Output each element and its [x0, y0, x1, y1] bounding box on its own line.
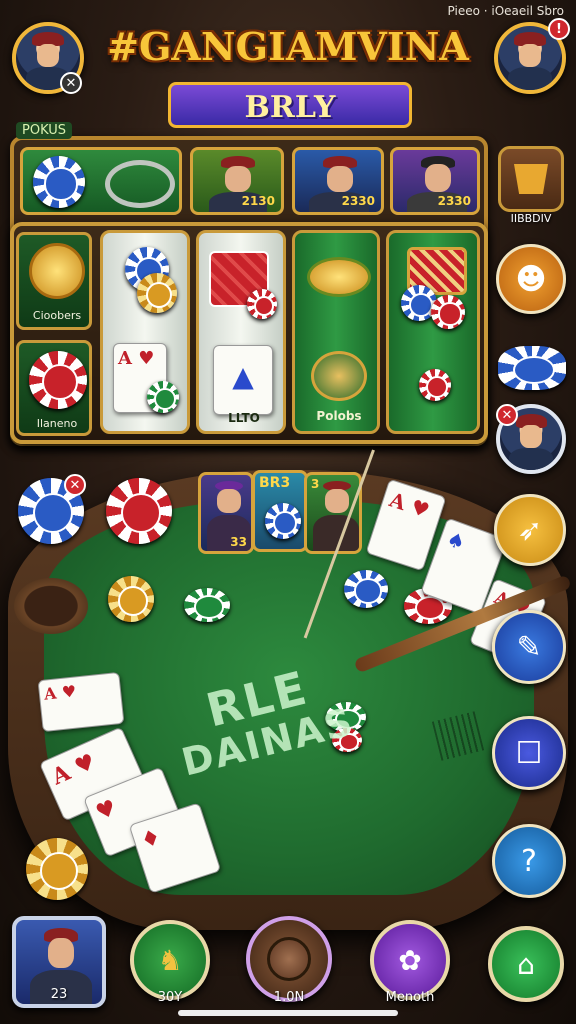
help-button[interactable]: ? — [492, 824, 566, 898]
green-chip[interactable] — [184, 588, 230, 622]
status-text: Pieeo · iOeaeil Sbro — [447, 4, 564, 18]
card-icon: ▲ — [213, 345, 273, 415]
side-tile-chip[interactable]: Ilaneno — [16, 340, 92, 436]
blue-chip[interactable] — [344, 570, 388, 608]
side-tile-label: Ilaneno — [36, 417, 78, 430]
character-icon: ☻ — [515, 261, 547, 297]
portrait-tile-2[interactable]: 2330 — [292, 147, 384, 215]
profile-label: 23 — [50, 987, 68, 1002]
shop-button[interactable]: ♞ — [130, 920, 210, 1000]
emblem-icon — [311, 351, 367, 401]
help-icon: ? — [521, 843, 537, 879]
menu-button[interactable]: ✿ — [370, 920, 450, 1000]
reel-2[interactable]: ▲ LLTO — [196, 230, 286, 434]
reel-1[interactable]: A ♥ — [100, 230, 190, 434]
portrait-value: 2330 — [341, 194, 375, 208]
gold-chip-stack[interactable] — [108, 576, 154, 622]
card-strip-label: 3 — [311, 477, 320, 491]
reel-4[interactable] — [386, 230, 480, 434]
menu-label: Menoth — [385, 990, 435, 1005]
edit-button[interactable]: ✎ — [492, 610, 566, 684]
game-title: #GANGIAMVINA — [107, 24, 469, 69]
chip-icon — [431, 295, 465, 329]
card-strip-label: BR3 — [259, 475, 291, 491]
cup-holder — [14, 578, 88, 634]
menu-box-button[interactable] — [498, 146, 564, 212]
play-icon — [267, 937, 311, 981]
chip-stack-button[interactable] — [498, 346, 566, 390]
shop-label: 30Y — [157, 990, 183, 1005]
gift-icon: ⌂ — [517, 947, 535, 981]
chip-icon — [33, 156, 85, 208]
card-strip-item-2[interactable]: BR3 — [252, 470, 308, 552]
inbox-button[interactable]: ☐ — [492, 716, 566, 790]
gold-coin-icon — [29, 243, 85, 299]
card-strip-item-1[interactable]: 33 — [198, 472, 254, 554]
basket-icon — [514, 164, 548, 194]
home-indicator — [178, 1010, 398, 1016]
reel-label: LLTO — [228, 411, 260, 425]
portrait-value: 2130 — [241, 194, 275, 208]
portrait-tile-3[interactable]: 2330 — [390, 147, 480, 215]
settings-badge-icon[interactable]: ✕ — [60, 72, 82, 94]
profile-button[interactable]: 23 — [12, 916, 106, 1008]
close-badge-icon[interactable]: ✕ — [64, 474, 86, 496]
close-badge-icon[interactable]: ✕ — [496, 404, 518, 426]
card-strip-item-3[interactable]: 3 — [304, 472, 362, 554]
panel-label: POKUS — [16, 122, 73, 139]
pencil-icon: ✎ — [516, 629, 542, 665]
gold-chip[interactable] — [26, 838, 88, 900]
portrait-tile-1[interactable]: 2130 — [190, 147, 284, 215]
character-button[interactable]: ☻ — [496, 244, 566, 314]
chips-tile[interactable] — [20, 147, 182, 215]
inbox-icon: ☐ — [515, 735, 543, 771]
chip-icon — [247, 289, 277, 319]
chip-icon — [137, 273, 177, 313]
game-subtitle: BRLY MAGNIS — [168, 82, 412, 171]
notification-badge-icon[interactable]: ! — [548, 18, 570, 40]
chip-button-heart[interactable] — [106, 478, 172, 544]
side-tile-coins[interactable]: Cioobers — [16, 232, 92, 330]
gold-coins-icon — [307, 257, 371, 297]
side-tile-label: Cioobers — [32, 309, 82, 322]
card-pile[interactable]: A ♥ — [37, 671, 125, 733]
whistle-icon: ➶ — [517, 512, 543, 548]
reel-label: Polobs — [316, 409, 362, 423]
card-strip-label: 33 — [230, 535, 247, 549]
menu-box-label: IIBBDIV — [510, 212, 552, 225]
chip-icon — [419, 369, 451, 401]
chip-icon — [265, 503, 301, 539]
shop-icon: ♞ — [157, 943, 183, 977]
emote-button[interactable]: ➶ — [494, 494, 566, 566]
chip-icon — [29, 351, 87, 409]
menu-icon: ✿ — [398, 943, 422, 977]
gift-button[interactable]: ⌂ — [488, 926, 564, 1002]
play-label: 1.0N — [273, 990, 305, 1005]
reel-3[interactable]: Polobs — [292, 230, 380, 434]
portrait-value: 2330 — [437, 194, 471, 208]
chip-icon — [147, 381, 179, 413]
coins-icon — [105, 160, 175, 208]
